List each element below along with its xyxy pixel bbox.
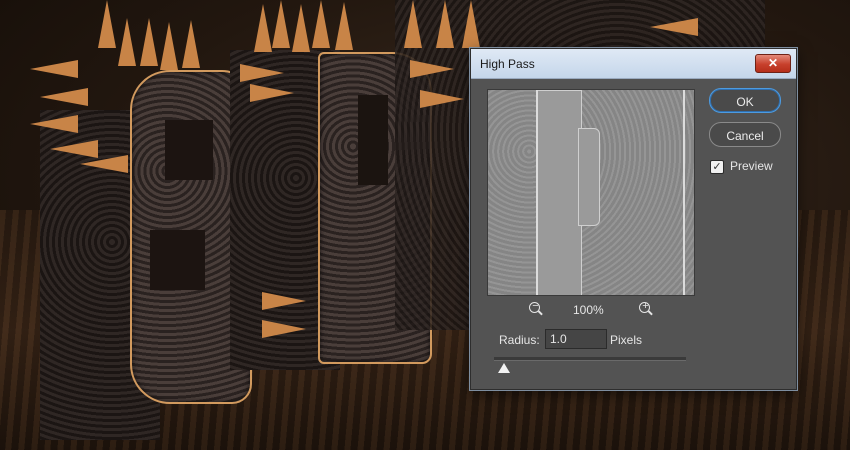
spike xyxy=(335,2,353,50)
spike xyxy=(98,0,116,48)
radius-slider-thumb[interactable] xyxy=(498,363,510,373)
high-pass-dialog: High Pass ✕ − 100% + Radius: Pixels OK C… xyxy=(470,48,797,390)
spike xyxy=(30,115,78,133)
spike xyxy=(80,155,128,173)
preview-letter-stroke xyxy=(536,90,582,295)
spike xyxy=(404,0,422,48)
close-button[interactable]: ✕ xyxy=(755,54,791,73)
zoom-in-icon[interactable]: + xyxy=(638,300,654,317)
radius-input[interactable] xyxy=(545,329,607,349)
letter-p-inner-cut xyxy=(358,95,388,185)
preview-checkbox[interactable]: ✓ xyxy=(710,160,724,174)
spike xyxy=(650,18,698,36)
preview-edge-right xyxy=(683,90,685,295)
spike xyxy=(160,22,178,70)
letter-s-inner-cut xyxy=(165,120,213,180)
cancel-button[interactable]: Cancel xyxy=(709,122,781,147)
spike xyxy=(40,88,88,106)
ok-button[interactable]: OK xyxy=(709,88,781,113)
zoom-controls: − 100% + xyxy=(487,300,693,319)
preview-letter-bowl xyxy=(578,128,600,226)
preview-edge xyxy=(536,90,538,295)
spike xyxy=(250,84,294,102)
preview-label: Preview xyxy=(730,159,773,173)
spike xyxy=(272,0,290,48)
dialog-titlebar[interactable]: High Pass ✕ xyxy=(471,49,796,79)
dialog-title: High Pass xyxy=(480,57,535,71)
spike xyxy=(462,0,480,48)
spike xyxy=(436,0,454,48)
filter-preview[interactable] xyxy=(487,89,695,296)
spike xyxy=(312,0,330,48)
spike xyxy=(420,90,464,108)
check-icon: ✓ xyxy=(712,161,722,173)
spike xyxy=(240,64,284,82)
spike xyxy=(30,60,78,78)
spike xyxy=(182,20,200,68)
letter-s-inner-cut-2 xyxy=(150,230,205,290)
spike xyxy=(262,292,306,310)
radius-slider-track[interactable] xyxy=(494,357,686,361)
units-label: Pixels xyxy=(610,333,643,347)
radius-label: Radius: xyxy=(499,333,540,347)
spike xyxy=(410,60,454,78)
close-icon: ✕ xyxy=(767,56,779,70)
zoom-level: 100% xyxy=(573,303,604,317)
spike xyxy=(254,4,272,52)
spike xyxy=(140,18,158,66)
spike xyxy=(292,4,310,52)
spike xyxy=(118,18,136,66)
zoom-out-icon[interactable]: − xyxy=(528,300,544,317)
spike xyxy=(262,320,306,338)
